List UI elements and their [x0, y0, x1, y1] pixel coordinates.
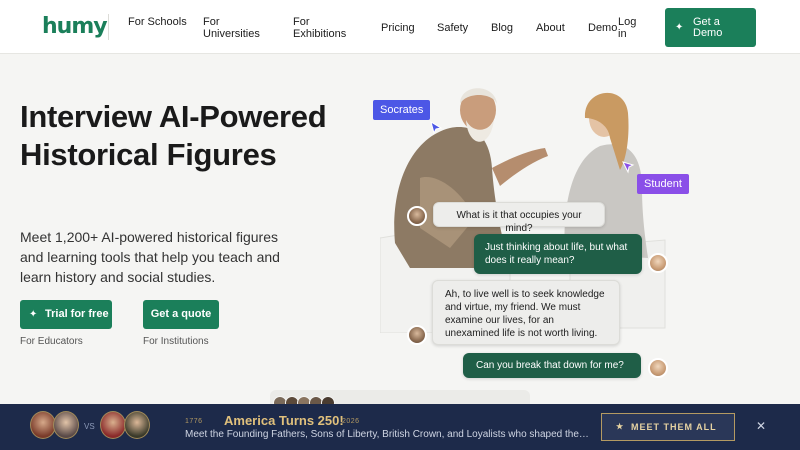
nav-link-log-in[interactable]: Log in [618, 16, 644, 40]
nav-divider [108, 14, 109, 40]
nav-link-blog[interactable]: Blog [491, 22, 513, 34]
year-start: 1776 [185, 418, 203, 425]
trial-for-free-button[interactable]: ✦ Trial for free [20, 300, 112, 329]
founding-father-avatar [53, 411, 79, 439]
chat-message-student: Can you break that down for me? [463, 353, 641, 378]
nav-link-for-universities[interactable]: For Universities [203, 16, 273, 40]
socrates-tag: Socrates [373, 100, 431, 120]
nav-link-safety[interactable]: Safety [437, 22, 468, 34]
meet-them-all-label: MEET THEM ALL [631, 422, 717, 432]
student-avatar [648, 358, 668, 378]
socrates-avatar [407, 325, 427, 345]
versus-label: VS [84, 422, 95, 431]
for-institutions-caption: For Institutions [143, 336, 209, 347]
nav-link-about[interactable]: About [536, 22, 565, 34]
student-tag: Student [637, 174, 689, 194]
chat-message-student: Just thinking about life, but what does … [474, 234, 642, 274]
close-icon[interactable]: ✕ [756, 419, 766, 433]
year-end: 2026 [342, 418, 360, 425]
get-a-quote-button[interactable]: Get a quote [143, 300, 219, 329]
chat-message-socrates: What is it that occupies your mind? [433, 202, 605, 234]
nav-link-demo[interactable]: Demo [588, 22, 617, 34]
banner-title: America Turns 250! [224, 413, 344, 428]
hero-subtitle: Meet 1,200+ AI-powered historical figure… [20, 229, 280, 285]
get-a-demo-button[interactable]: ✦ Get a Demo [665, 8, 756, 47]
get-a-demo-label: Get a Demo [693, 16, 723, 39]
sparkle-icon: ✦ [29, 309, 38, 320]
student-avatar [648, 253, 668, 273]
banner-subtitle: Meet the Founding Fathers, Sons of Liber… [185, 429, 590, 440]
top-nav: humy For Schools For Universities For Ex… [0, 0, 800, 54]
cursor-pointer-icon [622, 161, 635, 174]
nav-link-pricing[interactable]: Pricing [381, 22, 415, 34]
meet-them-all-button[interactable]: ★ MEET THEM ALL [601, 413, 735, 441]
sparkle-icon: ✦ [675, 22, 684, 33]
loyalist-avatar [124, 411, 150, 439]
socrates-avatar [407, 206, 427, 226]
cursor-pointer-icon [430, 120, 443, 134]
star-icon: ★ [616, 422, 625, 431]
nav-link-for-schools[interactable]: For Schools [128, 16, 198, 28]
british-crown-avatar [100, 411, 126, 439]
nav-link-for-exhibitions[interactable]: For Exhibitions [293, 16, 363, 40]
humy-logo[interactable]: humy [42, 14, 108, 39]
hero-title: Interview AI-Powered Historical Figures [20, 99, 327, 172]
trial-for-free-label: Trial for free [45, 308, 109, 320]
for-educators-caption: For Educators [20, 336, 83, 347]
chat-message-socrates: Ah, to live well is to seek knowledge an… [432, 280, 620, 345]
